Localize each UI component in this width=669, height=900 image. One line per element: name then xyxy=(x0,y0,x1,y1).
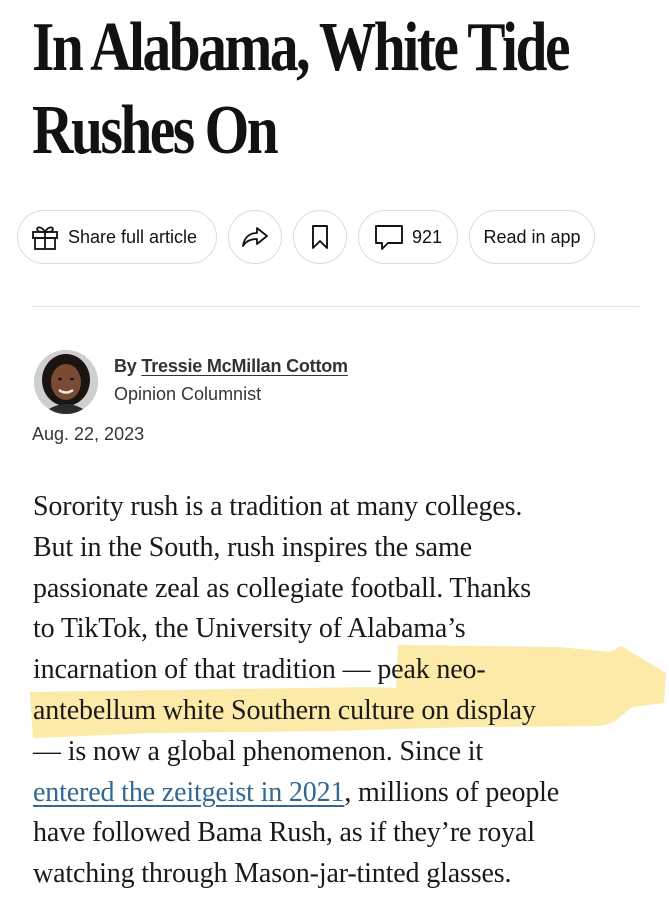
article-body: Sorority rush is a tradition at many col… xyxy=(33,487,663,895)
body-line: But in the South, rush inspires the same xyxy=(33,531,472,563)
body-line: have followed Bama Rush, as if they’re r… xyxy=(33,817,535,849)
body-line-with-link: entered the zeitgeist in 2021, millions … xyxy=(33,773,663,814)
body-line: — is now a global phenomenon. Since it xyxy=(33,735,484,767)
body-line: to TikTok, the University of Alabama’s xyxy=(33,613,466,645)
body-line: watching through Mason-jar-tinted glasse… xyxy=(33,858,512,890)
body-line: incarnation of that tradition — peak neo… xyxy=(33,654,486,686)
body-line: antebellum white Southern culture on dis… xyxy=(33,694,536,726)
body-line: Sorority rush is a tradition at many col… xyxy=(33,491,523,522)
zeitgeist-link[interactable]: entered the zeitgeist in 2021 xyxy=(33,777,344,808)
body-line: passionate zeal as collegiate football. … xyxy=(33,572,531,604)
body-line-tail: , millions of people xyxy=(344,776,560,808)
